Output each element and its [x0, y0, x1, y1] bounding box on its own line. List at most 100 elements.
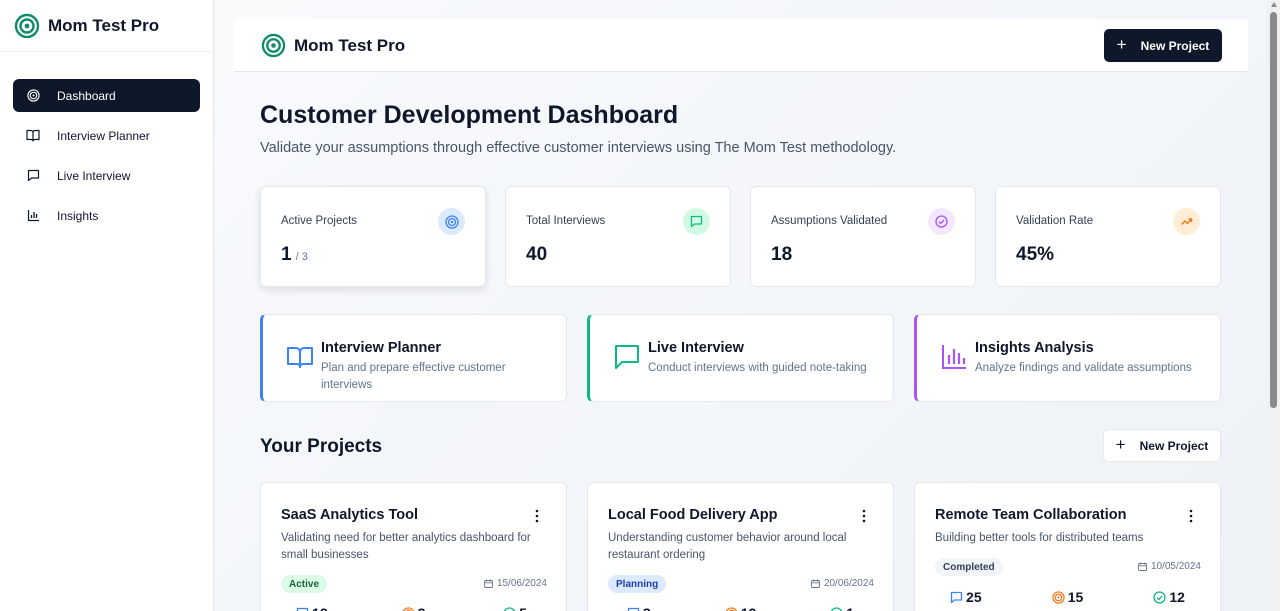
project-description: Building better tools for distributed te… — [935, 532, 1144, 544]
project-title: Remote Team Collaboration — [935, 507, 1127, 523]
project-description: Understanding customer behavior around l… — [608, 532, 847, 561]
feature-card-live-interview[interactable]: Live Interview Conduct interviews with g… — [587, 314, 894, 402]
trending-up-icon — [1173, 208, 1200, 235]
new-project-label: New Project — [1139, 438, 1209, 453]
metric-interviews: 12 — [261, 605, 363, 611]
feature-card-interview-planner[interactable]: Interview Planner Plan and prepare effec… — [260, 314, 567, 402]
new-project-button-secondary[interactable]: + New Project — [1103, 429, 1221, 462]
sidebar-item-live-interview[interactable]: Live Interview — [13, 159, 200, 192]
check-circle-icon — [503, 606, 516, 611]
header-title: Mom Test Pro — [294, 36, 406, 55]
metric-value: 12 — [741, 605, 757, 611]
project-date-text: 15/06/2024 — [496, 578, 547, 589]
project-date-text: 20/06/2024 — [823, 578, 874, 589]
app-name: Mom Test Pro — [48, 15, 160, 35]
plus-icon: + — [1116, 34, 1127, 54]
sidebar: Mom Test Pro Dashboard Interview Planner… — [0, 0, 214, 611]
chat-icon — [683, 208, 710, 235]
stat-label: Active Projects — [281, 215, 358, 227]
metric-value: 1 — [846, 605, 854, 611]
sidebar-item-insights[interactable]: Insights — [13, 199, 200, 232]
stat-value: 45% — [1016, 244, 1055, 265]
project-card-saas-analytics[interactable]: SaaS Analytics Tool Validating need for … — [260, 482, 567, 611]
status-badge: Planning — [608, 575, 667, 593]
target-logo-icon — [261, 33, 286, 58]
calendar-icon — [810, 579, 820, 588]
metric-interviews: 25 — [915, 589, 1017, 605]
metric-value: 5 — [519, 605, 527, 611]
target-icon — [26, 89, 40, 103]
metric-value: 12 — [1169, 589, 1185, 605]
check-circle-icon — [830, 606, 843, 611]
scrollbar[interactable] — [1267, 0, 1280, 611]
check-circle-icon — [1153, 590, 1167, 604]
stat-label: Total Interviews — [526, 215, 606, 227]
sidebar-nav: Dashboard Interview Planner Live Intervi… — [0, 52, 213, 232]
projects-title: Your Projects — [260, 436, 383, 457]
sidebar-item-label: Insights — [57, 208, 99, 223]
project-date: 20/06/2024 — [810, 578, 874, 589]
sidebar-item-label: Live Interview — [57, 168, 131, 183]
feature-card-insights-analysis[interactable]: Insights Analysis Analyze findings and v… — [914, 314, 1221, 402]
stat-label: Validation Rate — [1016, 215, 1094, 227]
project-card-remote-team[interactable]: Remote Team Collaboration Building bette… — [914, 482, 1221, 611]
stat-label: Assumptions Validated — [771, 215, 888, 227]
more-vertical-icon[interactable] — [534, 509, 540, 523]
project-date: 15/06/2024 — [483, 578, 547, 589]
stat-value: 40 — [526, 244, 548, 265]
status-badge: Active — [281, 575, 328, 593]
target-icon — [438, 208, 465, 235]
project-card-local-food-delivery[interactable]: Local Food Delivery App Understanding cu… — [587, 482, 894, 611]
project-title: SaaS Analytics Tool — [281, 507, 418, 523]
metric-interviews: 3 — [588, 605, 690, 611]
stat-card-assumptions-validated[interactable]: Assumptions Validated 18 — [750, 186, 976, 287]
feature-description: Plan and prepare effective customer inte… — [321, 362, 506, 391]
chat-icon — [296, 607, 309, 611]
metric-value: 3 — [643, 605, 651, 611]
calendar-icon — [1137, 562, 1147, 571]
more-vertical-icon[interactable] — [861, 509, 867, 523]
sidebar-item-interview-planner[interactable]: Interview Planner — [13, 119, 200, 152]
new-project-button[interactable]: + New Project — [1104, 29, 1222, 62]
project-metrics: 3 12 1 — [588, 605, 893, 611]
metric-assumptions: 15 — [1017, 589, 1119, 605]
main-content: Mom Test Pro + New Project Customer Deve… — [215, 0, 1267, 611]
stat-card-validation-rate[interactable]: Validation Rate 45% — [995, 186, 1221, 287]
book-icon — [287, 347, 313, 368]
metric-validated: 5 — [464, 605, 566, 611]
scrollbar-thumb[interactable] — [1270, 12, 1277, 408]
project-date-text: 10/05/2024 — [1150, 561, 1201, 572]
metric-value: 15 — [1067, 589, 1084, 605]
scroll-up-arrow-icon[interactable] — [1271, 2, 1277, 7]
more-vertical-icon[interactable] — [1188, 509, 1194, 523]
calendar-icon — [483, 579, 493, 588]
sidebar-item-dashboard[interactable]: Dashboard — [13, 79, 200, 112]
sidebar-item-label: Dashboard — [57, 88, 116, 103]
metric-value: 25 — [966, 589, 982, 605]
metric-value: 8 — [418, 605, 426, 611]
metric-validated: 1 — [791, 605, 893, 611]
sidebar-brand[interactable]: Mom Test Pro — [0, 0, 213, 52]
chat-icon — [615, 345, 639, 369]
metric-assumptions: 12 — [690, 605, 792, 611]
stat-card-total-interviews[interactable]: Total Interviews 40 — [505, 186, 731, 287]
stat-number: 1 — [281, 244, 292, 265]
feature-title: Interview Planner — [321, 340, 442, 356]
chat-icon — [627, 607, 640, 611]
stat-card-active-projects[interactable]: Active Projects 1/ 3 — [260, 186, 486, 287]
metric-validated: 12 — [1118, 589, 1220, 605]
status-badge: Completed — [935, 558, 1003, 576]
project-date: 10/05/2024 — [1137, 561, 1201, 572]
project-description: Validating need for better analytics das… — [281, 532, 531, 561]
sidebar-item-label: Interview Planner — [57, 128, 150, 143]
check-circle-icon — [928, 208, 955, 235]
feature-description: Analyze findings and validate assumption… — [975, 362, 1192, 374]
metric-assumptions: 8 — [363, 605, 465, 611]
top-header: Mom Test Pro + New Project — [234, 19, 1248, 72]
page-title: Customer Development Dashboard — [260, 101, 679, 129]
target-logo-icon — [14, 13, 40, 38]
project-metrics: 12 8 5 — [261, 605, 566, 611]
chat-icon — [26, 169, 40, 183]
target-icon — [725, 606, 738, 611]
bar-chart-icon — [942, 345, 966, 369]
